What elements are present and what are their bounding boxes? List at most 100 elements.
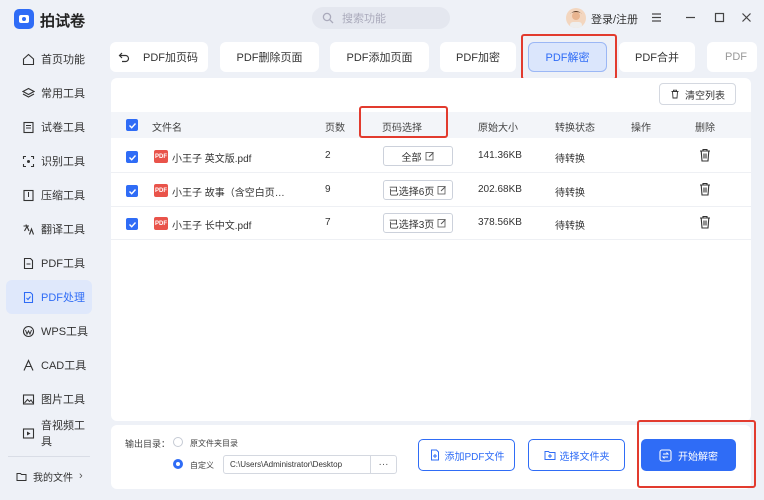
- radio-custom-folder[interactable]: [173, 459, 183, 469]
- output-bar: 输出目录： 原文件夹目录 自定义 C:\Users\Administrator\…: [111, 425, 751, 489]
- tab-label: PDF删除页面: [236, 52, 303, 64]
- sidebar-item-label: PDF处理: [41, 292, 85, 304]
- check-icon: [128, 221, 136, 228]
- start-decrypt-button[interactable]: 开始解密: [641, 439, 736, 471]
- page-count: 7: [325, 217, 331, 228]
- page-select-label: 已选择3页: [388, 219, 435, 231]
- header-pages: 页数: [325, 123, 345, 134]
- radio-source-folder[interactable]: [173, 437, 183, 447]
- tab-pdf-more[interactable]: PDF: [707, 42, 757, 72]
- sidebar-item-image-tools[interactable]: 图片工具: [6, 382, 92, 416]
- clear-list-button[interactable]: 清空列表: [659, 83, 736, 105]
- trash-icon: [671, 89, 679, 99]
- maximize-icon[interactable]: [712, 10, 726, 24]
- page-select-button[interactable]: 已选择3页: [383, 213, 453, 233]
- sidebar-item-recognize-tools[interactable]: 识别工具: [6, 144, 92, 178]
- tab-pdf-delete-pages[interactable]: PDF删除页面: [220, 42, 319, 72]
- header-file-name: 文件名: [152, 123, 182, 134]
- edit-icon: [437, 219, 447, 228]
- tab-label: PDF: [725, 51, 747, 63]
- tab-pdf-add-page-number[interactable]: PDF加页码: [138, 42, 208, 72]
- sidebar-item-compress-tools[interactable]: 压缩工具: [6, 178, 92, 212]
- sidebar-item-label: 音视频工具: [41, 420, 85, 448]
- sidebar-item-home[interactable]: 首页功能: [6, 42, 92, 76]
- avatar[interactable]: [566, 8, 586, 28]
- browse-button[interactable]: ···: [370, 456, 396, 473]
- check-icon: [128, 122, 136, 129]
- file-list-panel: 清空列表 文件名 页数 页码选择 原始大小 转换状态 操作 删除 PDF 小王子…: [111, 78, 751, 421]
- add-pdf-button[interactable]: 添加PDF文件: [418, 439, 515, 471]
- check-icon: [128, 154, 136, 161]
- convert-status: 待转换: [555, 221, 585, 232]
- tab-pdf-decrypt[interactable]: PDF解密: [528, 42, 607, 72]
- page-select-label: 已选择6页: [388, 186, 435, 198]
- minimize-icon[interactable]: [683, 10, 697, 24]
- sidebar-item-label: 翻译工具: [41, 224, 85, 236]
- sidebar-item-exam-tools[interactable]: 试卷工具: [6, 110, 92, 144]
- my-files-label: 我的文件: [33, 472, 73, 484]
- original-size: 141.36KB: [478, 150, 522, 161]
- output-path-field[interactable]: C:\Users\Administrator\Desktop ···: [223, 455, 397, 474]
- sidebar-item-label: WPS工具: [41, 326, 89, 338]
- sidebar-item-label: PDF工具: [41, 258, 85, 270]
- convert-status: 待转换: [555, 188, 585, 199]
- back-button[interactable]: [110, 42, 138, 72]
- sidebar-divider: [8, 456, 90, 457]
- row-checkbox[interactable]: [126, 151, 138, 163]
- search-input[interactable]: 搜索功能: [312, 7, 450, 29]
- sidebar: 首页功能 常用工具 试卷工具 识别工具 压缩工具 翻译工具 PDF工具 PDF处…: [0, 42, 98, 450]
- login-link[interactable]: 登录/注册: [591, 11, 638, 27]
- start-decrypt-label: 开始解密: [678, 451, 718, 463]
- search-icon: [322, 12, 334, 24]
- header-original-size: 原始大小: [478, 123, 518, 134]
- clear-list-label: 清空列表: [685, 90, 725, 102]
- media-icon: [22, 427, 35, 439]
- delete-icon[interactable]: [699, 148, 711, 162]
- row-checkbox[interactable]: [126, 218, 138, 230]
- pdf-file-icon: PDF: [154, 184, 168, 197]
- delete-icon[interactable]: [699, 215, 711, 229]
- sidebar-item-label: 图片工具: [41, 394, 85, 406]
- tab-pdf-encrypt[interactable]: PDF加密: [440, 42, 516, 72]
- sidebar-item-label: 首页功能: [41, 54, 85, 66]
- sidebar-item-common-tools[interactable]: 常用工具: [6, 76, 92, 110]
- pdf-file-icon: PDF: [154, 217, 168, 230]
- tab-label: PDF解密: [545, 52, 590, 64]
- image-icon: [22, 393, 35, 405]
- header-action: 操作: [631, 123, 651, 134]
- check-icon: [128, 188, 136, 195]
- app-logo-icon: [14, 9, 34, 29]
- menu-icon[interactable]: [649, 10, 663, 24]
- page-select-button[interactable]: 已选择6页: [383, 180, 453, 200]
- delete-icon[interactable]: [699, 182, 711, 196]
- chevron-right-icon: ›: [79, 470, 83, 482]
- scan-icon: [22, 155, 35, 167]
- tab-pdf-add-pages[interactable]: PDF添加页面: [330, 42, 429, 72]
- table-row: PDF 小王子 长中文.pdf 7 已选择3页 378.56KB 待转换: [111, 207, 751, 240]
- sidebar-item-label: CAD工具: [41, 360, 87, 372]
- edit-icon: [425, 152, 434, 161]
- choose-folder-button[interactable]: 选择文件夹: [528, 439, 625, 471]
- close-icon[interactable]: [739, 10, 753, 24]
- tab-label: PDF添加页面: [346, 52, 413, 64]
- sidebar-item-wps-tools[interactable]: WPS工具: [6, 314, 92, 348]
- sidebar-item-pdf-process[interactable]: PDF处理: [6, 280, 92, 314]
- pdf-icon: [23, 257, 34, 269]
- tab-label: PDF加页码: [143, 52, 198, 64]
- sidebar-item-translate-tools[interactable]: 翻译工具: [6, 212, 92, 246]
- row-checkbox[interactable]: [126, 185, 138, 197]
- compress-icon: [23, 189, 34, 201]
- sidebar-item-pdf-tools[interactable]: PDF工具: [6, 246, 92, 280]
- header-delete: 删除: [695, 123, 715, 134]
- layers-icon: [22, 87, 35, 98]
- convert-icon: [659, 448, 672, 462]
- sidebar-item-cad-tools[interactable]: CAD工具: [6, 348, 92, 382]
- home-icon: [22, 53, 35, 65]
- tab-pdf-merge[interactable]: PDF合并: [619, 42, 695, 72]
- my-files-link[interactable]: 我的文件 ›: [6, 463, 92, 489]
- table-row: PDF 小王子 英文版.pdf 2 全部 141.36KB 待转换: [111, 140, 751, 173]
- page-select-button[interactable]: 全部: [383, 146, 453, 166]
- select-all-checkbox[interactable]: [126, 119, 138, 131]
- sidebar-item-media-tools[interactable]: 音视频工具: [6, 416, 92, 450]
- folder-icon: [16, 472, 27, 481]
